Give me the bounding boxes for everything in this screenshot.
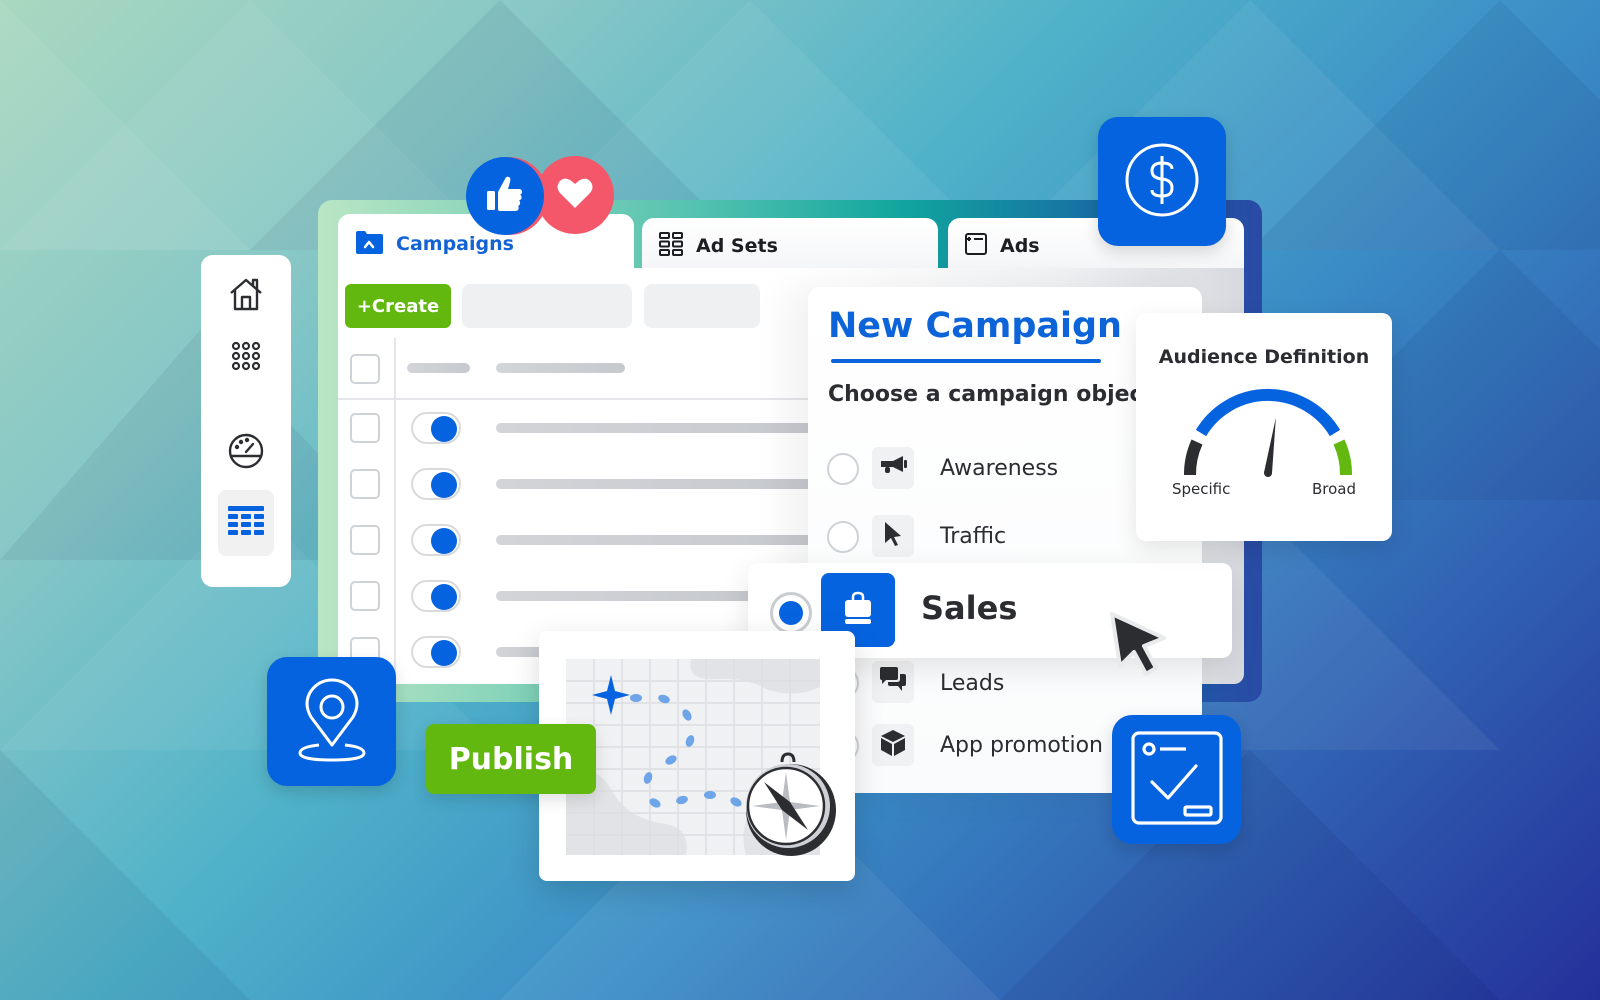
toolbar-placeholder-button[interactable] (462, 284, 632, 328)
apps-grid-icon (231, 341, 261, 375)
like-icon (485, 175, 525, 217)
create-button[interactable]: +Create (345, 284, 451, 328)
table-icon (227, 505, 265, 541)
row-status-toggle[interactable] (411, 468, 461, 500)
gauge-min-label: Specific (1172, 480, 1231, 498)
tab-label: Ad Sets (696, 235, 778, 257)
like-reaction (466, 157, 544, 235)
row-placeholder-text (496, 479, 820, 489)
row-status-toggle[interactable] (411, 412, 461, 444)
gauge-segment-specific (1183, 439, 1203, 476)
objective-label[interactable]: Traffic (940, 524, 1006, 549)
objective-icon-box (872, 661, 914, 703)
row-checkbox[interactable] (350, 413, 380, 443)
gauge-segment-middle (1195, 388, 1341, 437)
objective-prompt: Choose a campaign objecti (828, 382, 1143, 407)
chat-bubbles-icon (878, 666, 908, 698)
title-underline (831, 359, 1101, 363)
window-icon (964, 232, 988, 261)
grid-icon (658, 231, 684, 262)
publish-button[interactable]: Publish (426, 724, 596, 794)
location-pin-icon (297, 677, 367, 767)
row-placeholder-text (496, 535, 820, 545)
objective-radio-traffic[interactable] (827, 521, 859, 553)
compass-icon (738, 750, 838, 864)
row-checkbox[interactable] (350, 581, 380, 611)
checklist-icon (1130, 730, 1224, 830)
toolbar-placeholder-button[interactable] (644, 284, 760, 328)
row-status-toggle[interactable] (411, 524, 461, 556)
gauge-needle (1264, 417, 1276, 477)
sidebar-item-apps[interactable] (218, 330, 274, 386)
table-header-divider (338, 398, 808, 400)
new-campaign-title: New Campaign (828, 306, 1122, 346)
megaphone-icon (879, 455, 907, 481)
audience-gauge (1178, 385, 1358, 484)
mouse-cursor-icon (1106, 608, 1172, 684)
table-column-divider (394, 338, 396, 684)
folder-icon (354, 229, 384, 260)
cube-icon (880, 729, 906, 761)
column-header-placeholder (496, 363, 625, 373)
dollar-icon (1124, 142, 1200, 222)
objective-radio-awareness[interactable] (827, 453, 859, 485)
tab-label: Campaigns (396, 233, 514, 255)
tab-label: Ads (1000, 235, 1040, 257)
heart-icon (556, 176, 594, 214)
gauge-max-label: Broad (1312, 480, 1357, 498)
row-status-toggle[interactable] (411, 580, 461, 612)
objective-label[interactable]: App promotion (940, 733, 1103, 758)
objective-icon-box (872, 724, 914, 766)
select-all-checkbox[interactable] (350, 354, 380, 384)
sidebar-item-table[interactable] (218, 490, 274, 556)
objective-radio-sales[interactable] (770, 592, 812, 634)
heart-reaction (536, 156, 614, 234)
row-placeholder-text (496, 423, 820, 433)
dashboard-gauge-icon (227, 432, 265, 474)
objective-label[interactable]: Leads (940, 671, 1004, 696)
column-header-placeholder (407, 363, 470, 373)
shopping-bag-icon (842, 591, 874, 629)
sidebar-item-home[interactable] (218, 268, 274, 324)
cursor-icon (882, 520, 904, 552)
audience-title: Audience Definition (1158, 346, 1370, 368)
location-app-icon (267, 657, 396, 786)
sidebar-item-dashboard[interactable] (218, 425, 274, 481)
row-placeholder-text (496, 591, 756, 601)
budget-app-icon (1098, 117, 1226, 246)
tab-ad-sets[interactable]: Ad Sets (642, 218, 938, 274)
row-status-toggle[interactable] (411, 636, 461, 668)
objective-label[interactable]: Awareness (940, 456, 1058, 481)
objective-label[interactable]: Sales (921, 589, 1017, 627)
row-checkbox[interactable] (350, 469, 380, 499)
row-checkbox[interactable] (350, 525, 380, 555)
gauge-segment-broad (1333, 439, 1353, 476)
objective-icon-box (872, 515, 914, 557)
home-icon (227, 275, 265, 317)
checklist-app-icon (1112, 715, 1241, 844)
objective-icon-box (872, 447, 914, 489)
